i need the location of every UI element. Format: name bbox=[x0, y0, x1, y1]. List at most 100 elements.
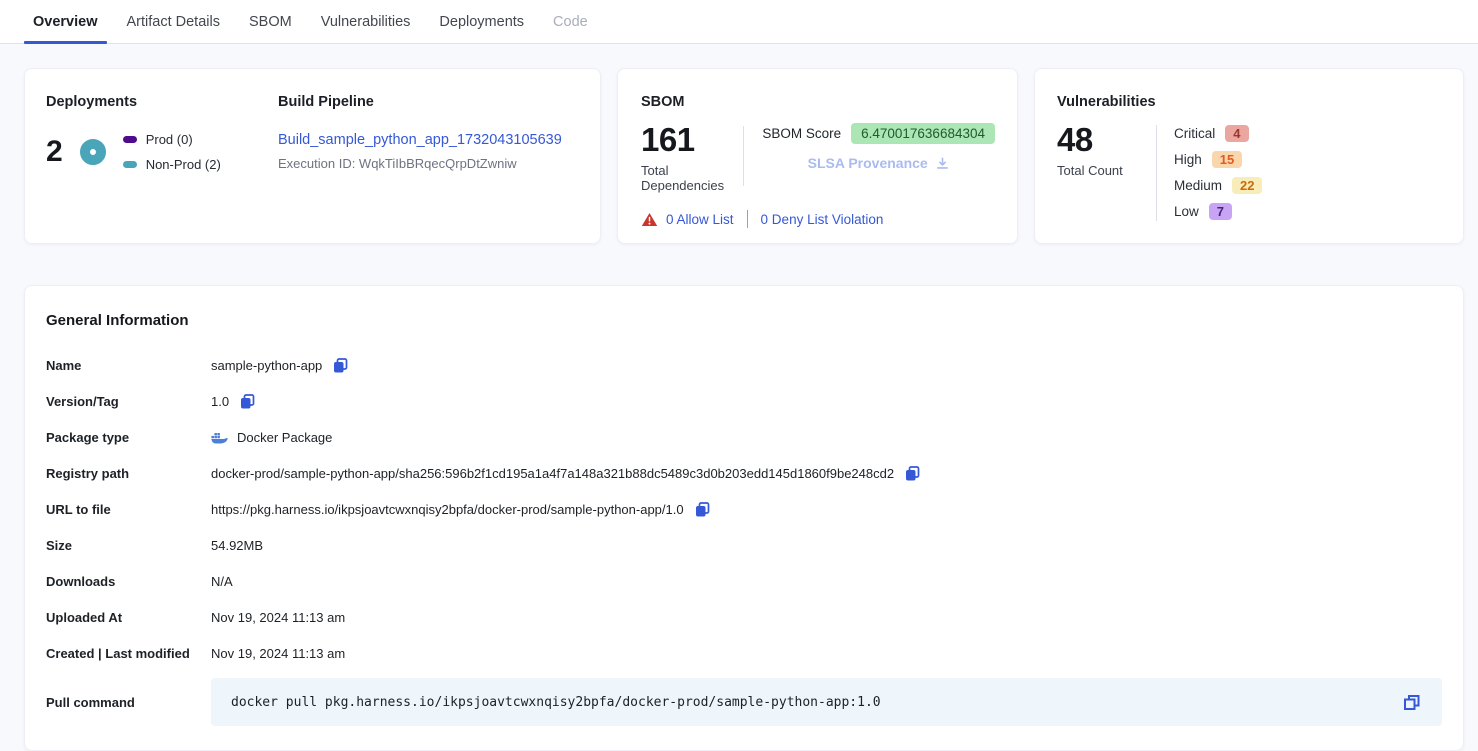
sbom-card: SBOM 161 Total Dependencies SBOM Score 6… bbox=[617, 68, 1018, 244]
general-information-card: General Information Name sample-python-a… bbox=[24, 285, 1464, 751]
deployments-section: Deployments 2 Prod (0) Non-Prod (2) bbox=[46, 94, 278, 223]
legend-item-prod: Prod (0) bbox=[123, 132, 221, 147]
copy-icon bbox=[1401, 692, 1422, 713]
tab-deployments-label: Deployments bbox=[439, 14, 524, 30]
deployments-card: Deployments 2 Prod (0) Non-Prod (2) bbox=[24, 68, 601, 244]
sbom-score-label: SBOM Score bbox=[762, 126, 841, 141]
allow-list-label: 0 Allow List bbox=[666, 212, 734, 227]
tab-code-label: Code bbox=[553, 14, 588, 30]
sbom-title: SBOM bbox=[641, 94, 995, 110]
deny-list-link[interactable]: 0 Deny List Violation bbox=[761, 212, 884, 227]
copy-name-button[interactable] bbox=[331, 356, 350, 375]
tab-overview[interactable]: Overview bbox=[24, 0, 107, 43]
registry-path-value: docker-prod/sample-python-app/sha256:596… bbox=[211, 466, 894, 481]
severity-row-critical: Critical 4 bbox=[1174, 123, 1262, 143]
docker-icon bbox=[211, 431, 228, 444]
deployments-total-count: 2 bbox=[46, 137, 63, 167]
row-name: Name sample-python-app bbox=[46, 354, 1442, 376]
vulnerabilities-divider bbox=[1156, 125, 1157, 221]
deployments-legend: Prod (0) Non-Prod (2) bbox=[123, 132, 221, 172]
prod-legend-swatch bbox=[123, 136, 137, 143]
name-value: sample-python-app bbox=[211, 358, 322, 373]
severity-row-medium: Medium 22 bbox=[1174, 175, 1262, 195]
sbom-score-badge: 6.470017636684304 bbox=[851, 123, 995, 144]
build-pipeline-title: Build Pipeline bbox=[278, 94, 580, 110]
copy-pull-command-button[interactable] bbox=[1401, 692, 1422, 713]
tab-deployments[interactable]: Deployments bbox=[430, 0, 533, 43]
tab-overview-label: Overview bbox=[33, 14, 98, 30]
critical-label: Critical bbox=[1174, 126, 1215, 141]
severity-row-high: High 15 bbox=[1174, 149, 1262, 169]
downloads-value: N/A bbox=[211, 574, 233, 589]
medium-label: Medium bbox=[1174, 178, 1222, 193]
legend-item-non-prod: Non-Prod (2) bbox=[123, 157, 221, 172]
vulnerabilities-total-block: 48 Total Count bbox=[1057, 123, 1139, 221]
severity-list: Critical 4 High 15 Medium 22 Low 7 bbox=[1174, 123, 1262, 221]
tab-bar: Overview Artifact Details SBOM Vulnerabi… bbox=[0, 0, 1478, 44]
general-information-title: General Information bbox=[46, 312, 1442, 329]
row-downloads: Downloads N/A bbox=[46, 570, 1442, 592]
row-uploaded-at: Uploaded At Nov 19, 2024 11:13 am bbox=[46, 606, 1442, 628]
vulnerabilities-title: Vulnerabilities bbox=[1057, 94, 1441, 110]
tab-sbom[interactable]: SBOM bbox=[240, 0, 301, 43]
medium-count-badge: 22 bbox=[1232, 177, 1262, 194]
deny-list-label: 0 Deny List Violation bbox=[761, 212, 884, 227]
registry-path-label: Registry path bbox=[46, 466, 211, 481]
row-version-tag: Version/Tag 1.0 bbox=[46, 390, 1442, 412]
version-tag-value: 1.0 bbox=[211, 394, 229, 409]
vulnerabilities-body: 48 Total Count Critical 4 High 15 Medium bbox=[1057, 123, 1441, 221]
tab-artifact-details-label: Artifact Details bbox=[127, 14, 220, 30]
non-prod-legend-swatch bbox=[123, 161, 137, 168]
version-tag-label: Version/Tag bbox=[46, 394, 211, 409]
copy-registry-path-button[interactable] bbox=[903, 464, 922, 483]
size-label: Size bbox=[46, 538, 211, 553]
url-to-file-value: https://pkg.harness.io/ikpsjoavtcwxnqisy… bbox=[211, 502, 684, 517]
non-prod-legend-label: Non-Prod (2) bbox=[146, 157, 221, 172]
links-separator bbox=[747, 210, 748, 228]
low-label: Low bbox=[1174, 204, 1199, 219]
slsa-provenance-link[interactable]: SLSA Provenance bbox=[762, 155, 995, 171]
sbom-total-label: Total Dependencies bbox=[641, 163, 724, 193]
deployments-body: 2 Prod (0) Non-Prod (2) bbox=[46, 132, 278, 172]
package-type-label: Package type bbox=[46, 430, 211, 445]
row-size: Size 54.92MB bbox=[46, 534, 1442, 556]
tab-vulnerabilities-label: Vulnerabilities bbox=[321, 14, 411, 30]
tab-code[interactable]: Code bbox=[544, 0, 597, 43]
execution-id-text: Execution ID: WqkTiIbBRqecQrpDtZwniw bbox=[278, 156, 580, 171]
copy-icon bbox=[903, 464, 922, 483]
allow-list-link[interactable]: 0 Allow List bbox=[641, 212, 734, 227]
uploaded-at-value: Nov 19, 2024 11:13 am bbox=[211, 610, 345, 625]
sbom-score-row: SBOM Score 6.470017636684304 bbox=[762, 123, 995, 144]
high-count-badge: 15 bbox=[1212, 151, 1242, 168]
vulnerabilities-card: Vulnerabilities 48 Total Count Critical … bbox=[1034, 68, 1464, 244]
warning-icon bbox=[641, 212, 658, 227]
pull-command-box: docker pull pkg.harness.io/ikpsjoavtcwxn… bbox=[211, 678, 1442, 726]
pull-command-label: Pull command bbox=[46, 695, 211, 710]
severity-row-low: Low 7 bbox=[1174, 201, 1262, 221]
sbom-total-count: 161 bbox=[641, 123, 724, 156]
copy-url-button[interactable] bbox=[693, 500, 712, 519]
downloads-label: Downloads bbox=[46, 574, 211, 589]
size-value: 54.92MB bbox=[211, 538, 263, 553]
row-registry-path: Registry path docker-prod/sample-python-… bbox=[46, 462, 1442, 484]
tab-artifact-details[interactable]: Artifact Details bbox=[118, 0, 229, 43]
copy-version-button[interactable] bbox=[238, 392, 257, 411]
tab-sbom-label: SBOM bbox=[249, 14, 292, 30]
row-url-to-file: URL to file https://pkg.harness.io/ikpsj… bbox=[46, 498, 1442, 520]
package-type-value: Docker Package bbox=[237, 430, 332, 445]
url-to-file-label: URL to file bbox=[46, 502, 211, 517]
copy-icon bbox=[331, 356, 350, 375]
sbom-policy-links: 0 Allow List 0 Deny List Violation bbox=[641, 210, 995, 228]
tab-vulnerabilities[interactable]: Vulnerabilities bbox=[312, 0, 420, 43]
summary-cards-row: Deployments 2 Prod (0) Non-Prod (2) bbox=[24, 68, 1464, 244]
high-label: High bbox=[1174, 152, 1202, 167]
prod-legend-label: Prod (0) bbox=[146, 132, 193, 147]
row-package-type: Package type Docker Package bbox=[46, 426, 1442, 448]
row-created-modified: Created | Last modified Nov 19, 2024 11:… bbox=[46, 642, 1442, 664]
row-pull-command: Pull command docker pull pkg.harness.io/… bbox=[46, 678, 1442, 726]
build-pipeline-link[interactable]: Build_sample_python_app_1732043105639 bbox=[278, 132, 580, 148]
vulnerabilities-total-label: Total Count bbox=[1057, 163, 1139, 178]
created-modified-value: Nov 19, 2024 11:13 am bbox=[211, 646, 345, 661]
build-pipeline-section: Build Pipeline Build_sample_python_app_1… bbox=[278, 94, 580, 223]
sbom-total-block: 161 Total Dependencies bbox=[641, 123, 724, 193]
